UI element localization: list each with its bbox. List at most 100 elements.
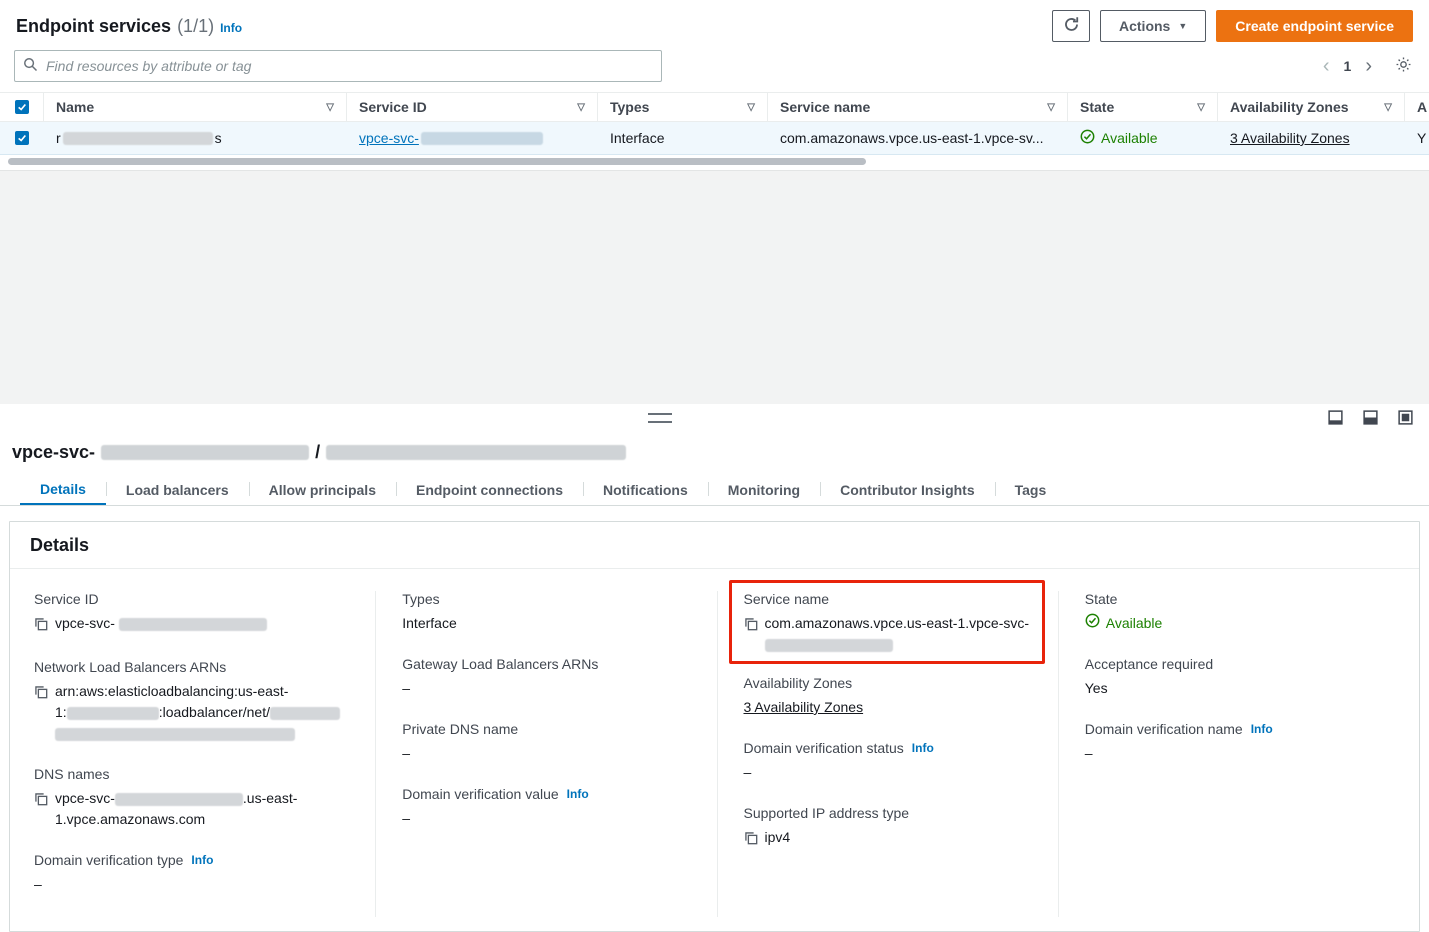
details-split-panel: vpce-svc- / Details Load balancers Allow…: [0, 442, 1429, 932]
field-domain-verification-status: Domain verification status Info –: [744, 740, 1030, 783]
column-header-partial[interactable]: A: [1405, 93, 1429, 121]
refresh-icon: [1063, 16, 1080, 36]
row-availability-zones[interactable]: 3 Availability Zones: [1218, 130, 1405, 146]
tab-notifications[interactable]: Notifications: [583, 475, 708, 505]
field-state: State Available: [1085, 591, 1371, 634]
chevron-down-icon: ▼: [1178, 21, 1187, 31]
horizontal-scrollbar[interactable]: [8, 157, 1421, 166]
details-column-2: Types Interface Gateway Load Balancers A…: [375, 591, 716, 917]
endpoint-services-table: Name▽ Service ID▽ Types▽ Service name▽ S…: [0, 92, 1429, 170]
tab-tags[interactable]: Tags: [995, 475, 1067, 505]
copy-icon[interactable]: [744, 616, 758, 637]
row-partial: Y: [1405, 130, 1429, 146]
copy-icon[interactable]: [744, 830, 758, 851]
field-domain-verification-type: Domain verification type Info –: [34, 852, 347, 895]
info-link[interactable]: Info: [191, 853, 213, 867]
field-service-id: Service ID vpce-svc-: [34, 591, 347, 637]
resize-handle[interactable]: [648, 413, 672, 423]
field-types: Types Interface: [402, 591, 688, 634]
field-glb-arns: Gateway Load Balancers ARNs –: [402, 656, 688, 699]
availability-zones-link[interactable]: 3 Availability Zones: [744, 699, 864, 715]
redacted-text: [63, 132, 213, 145]
column-header-name[interactable]: Name▽: [44, 93, 347, 121]
redacted-text: [67, 707, 159, 720]
redacted-text: [119, 618, 267, 631]
panel-layout-bottom-icon[interactable]: [1328, 410, 1343, 425]
search-box[interactable]: [14, 50, 662, 82]
field-private-dns-name: Private DNS name –: [402, 721, 688, 764]
field-service-name: Service name com.amazonaws.vpce.us-east-…: [729, 580, 1045, 664]
tab-endpoint-connections[interactable]: Endpoint connections: [396, 475, 583, 505]
status-available-icon: [1080, 129, 1095, 147]
redacted-text: [270, 707, 340, 720]
table-row[interactable]: r s vpce-svc- Interface com.amazonaws.vp…: [0, 122, 1429, 155]
column-header-availability-zones[interactable]: Availability Zones▽: [1218, 93, 1405, 121]
redacted-text: [115, 793, 243, 806]
details-column-1: Service ID vpce-svc- Network Load Balanc…: [34, 591, 375, 917]
prev-page-button[interactable]: ‹: [1323, 56, 1330, 76]
field-domain-verification-value: Domain verification value Info –: [402, 786, 688, 829]
pagination: ‹ 1 ›: [1323, 55, 1413, 77]
scrollbar-thumb[interactable]: [8, 158, 866, 165]
details-card: Details Service ID vpce-svc-: [9, 521, 1420, 932]
panel-title: vpce-svc- /: [0, 442, 1429, 475]
field-supported-ip-address-type: Supported IP address type ipv4: [744, 805, 1030, 851]
tab-allow-principals[interactable]: Allow principals: [249, 475, 396, 505]
filter-icon[interactable]: ▽: [747, 102, 755, 113]
row-service-name: com.amazonaws.vpce.us-east-1.vpce-sv...: [768, 130, 1068, 146]
filter-icon[interactable]: ▽: [1047, 102, 1055, 113]
current-page[interactable]: 1: [1344, 58, 1352, 74]
panel-layout-full-icon[interactable]: [1398, 410, 1413, 425]
column-header-types[interactable]: Types▽: [598, 93, 768, 121]
info-link[interactable]: Info: [912, 741, 934, 755]
table-header-row: Name▽ Service ID▽ Types▽ Service name▽ S…: [0, 92, 1429, 122]
info-link[interactable]: Info: [220, 21, 242, 35]
copy-icon[interactable]: [34, 684, 48, 705]
redacted-text: [421, 132, 543, 145]
search-icon: [23, 57, 38, 75]
tab-monitoring[interactable]: Monitoring: [708, 475, 820, 505]
tab-details[interactable]: Details: [20, 475, 106, 505]
details-column-4: State Available Acceptance required Yes: [1058, 591, 1399, 917]
copy-icon[interactable]: [34, 791, 48, 812]
filter-icon[interactable]: ▽: [1197, 102, 1205, 113]
status-available-icon: [1085, 613, 1100, 634]
next-page-button[interactable]: ›: [1365, 56, 1372, 76]
filter-icon[interactable]: ▽: [1384, 102, 1392, 113]
column-header-state[interactable]: State▽: [1068, 93, 1218, 121]
actions-button-label: Actions: [1119, 18, 1170, 34]
page-title: Endpoint services (1/1) Info: [16, 16, 242, 37]
settings-gear-icon[interactable]: [1394, 55, 1413, 77]
redacted-text: [765, 639, 893, 652]
actions-button[interactable]: Actions ▼: [1100, 10, 1206, 42]
details-card-title: Details: [10, 522, 1419, 569]
info-link[interactable]: Info: [567, 787, 589, 801]
panel-layout-split-icon[interactable]: [1363, 410, 1378, 425]
row-service-id-link[interactable]: vpce-svc-: [347, 130, 598, 146]
empty-area: [0, 170, 1429, 404]
field-availability-zones: Availability Zones 3 Availability Zones: [744, 675, 1030, 718]
redacted-text: [101, 445, 309, 460]
row-checkbox[interactable]: [15, 131, 29, 145]
field-dns-names: DNS names vpce-svc-.us-east- 1.vpce.amaz…: [34, 766, 347, 830]
row-types: Interface: [598, 130, 768, 146]
endpoint-services-list-panel: Endpoint services (1/1) Info Actions ▼ C…: [0, 0, 1429, 404]
info-link[interactable]: Info: [1251, 722, 1273, 736]
split-panel-divider: [0, 404, 1429, 442]
search-input[interactable]: [46, 58, 653, 74]
page-title-text: Endpoint services: [16, 16, 171, 37]
tab-contributor-insights[interactable]: Contributor Insights: [820, 475, 995, 505]
filter-icon[interactable]: ▽: [326, 102, 334, 113]
create-endpoint-service-button[interactable]: Create endpoint service: [1216, 10, 1413, 42]
row-name: r s: [44, 130, 347, 146]
column-header-service-name[interactable]: Service name▽: [768, 93, 1068, 121]
copy-icon[interactable]: [34, 616, 48, 637]
filter-icon[interactable]: ▽: [577, 102, 585, 113]
result-count: (1/1): [177, 16, 214, 37]
redacted-text: [55, 728, 295, 741]
select-all-checkbox[interactable]: [15, 100, 29, 114]
column-header-service-id[interactable]: Service ID▽: [347, 93, 598, 121]
field-nlb-arns: Network Load Balancers ARNs arn:aws:elas…: [34, 659, 347, 744]
tab-load-balancers[interactable]: Load balancers: [106, 475, 249, 505]
refresh-button[interactable]: [1052, 10, 1090, 42]
